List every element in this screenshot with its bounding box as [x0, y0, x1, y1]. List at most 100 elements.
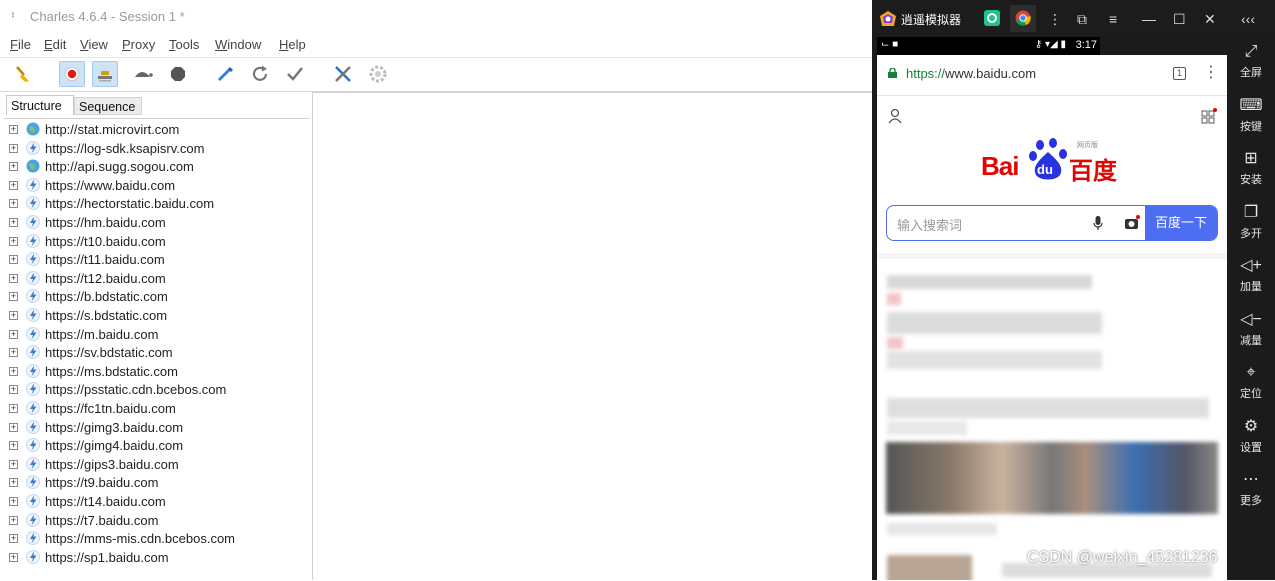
menu-help[interactable]: Help	[279, 37, 306, 52]
screenshot-icon[interactable]: ⧉	[1077, 11, 1087, 27]
tools-icon[interactable]	[330, 61, 356, 87]
side-button-fullscreen[interactable]: ⤢ 全屏	[1227, 42, 1275, 80]
host-row[interactable]: + https://t12.baidu.com	[4, 270, 310, 288]
host-row[interactable]: + https://gimg4.baidu.com	[4, 437, 310, 455]
host-row[interactable]: + https://www.baidu.com	[4, 177, 310, 195]
maximize-icon[interactable]: ☐	[1173, 11, 1186, 27]
expand-icon[interactable]: +	[9, 162, 18, 172]
expand-icon[interactable]: +	[9, 385, 18, 395]
host-row[interactable]: + https://sp1.baidu.com	[4, 549, 310, 567]
host-row[interactable]: + https://t14.baidu.com	[4, 493, 310, 511]
check-icon[interactable]	[282, 61, 308, 87]
tab-sequence[interactable]: Sequence	[74, 97, 142, 115]
expand-icon[interactable]: +	[9, 459, 18, 469]
expand-icon[interactable]: +	[9, 478, 18, 488]
side-button-label: 定位	[1240, 388, 1262, 400]
menu-tools[interactable]: Tools	[169, 37, 199, 52]
side-button-multi-open[interactable]: ❐ 多开	[1227, 203, 1275, 241]
expand-icon[interactable]: +	[9, 143, 18, 153]
side-button-location[interactable]: ⌖ 定位	[1227, 363, 1275, 401]
blurred-headline	[887, 398, 1209, 418]
host-row[interactable]: + https://sv.bdstatic.com	[4, 344, 310, 362]
host-row[interactable]: + https://gimg3.baidu.com	[4, 419, 310, 437]
menu-window[interactable]: Window	[215, 37, 261, 52]
host-row[interactable]: + https://t7.baidu.com	[4, 512, 310, 530]
host-row[interactable]: + https://m.baidu.com	[4, 326, 310, 344]
expand-icon[interactable]: +	[9, 218, 18, 227]
collapse-panel-icon[interactable]: ‹‹‹	[1241, 11, 1255, 27]
expand-icon[interactable]: +	[9, 366, 18, 376]
minimize-icon[interactable]: —	[1142, 11, 1156, 27]
side-button-install[interactable]: ⊞ 安装	[1227, 149, 1275, 187]
expand-icon[interactable]: +	[9, 441, 18, 451]
throttle-icon[interactable]	[92, 61, 118, 87]
host-row[interactable]: + https://s.bdstatic.com	[4, 307, 310, 325]
menu-edit[interactable]: Edit	[44, 37, 66, 52]
search-input[interactable]: 输入搜索词	[897, 215, 962, 234]
expand-icon[interactable]: +	[9, 348, 18, 358]
expand-icon[interactable]: +	[9, 329, 18, 339]
hamburger-menu-icon[interactable]: ≡	[1109, 11, 1117, 27]
expand-icon[interactable]: +	[9, 311, 18, 320]
host-row[interactable]: + https://ms.bdstatic.com	[4, 363, 310, 381]
refresh-icon[interactable]	[247, 61, 273, 87]
browser-address-bar[interactable]: https://www.baidu.com 1 ⋮	[877, 55, 1227, 96]
host-row[interactable]: + https://log-sdk.ksapisrv.com	[4, 140, 310, 158]
menu-proxy[interactable]: Proxy	[122, 37, 155, 52]
expand-icon[interactable]: +	[9, 404, 18, 413]
install-icon: ⊞	[1244, 150, 1258, 167]
tab-switcher-button[interactable]: 1	[1173, 67, 1186, 80]
kebab-menu-icon[interactable]: ⋮	[1048, 11, 1062, 27]
apps-grid-icon[interactable]	[1201, 108, 1217, 124]
expand-icon[interactable]: +	[9, 199, 18, 209]
side-button-keyboard[interactable]: ⌨ 按键	[1227, 96, 1275, 134]
turtle-icon[interactable]	[130, 61, 156, 87]
host-row[interactable]: + http://api.sugg.sogou.com	[4, 158, 310, 176]
host-row[interactable]: + https://mms-mis.cdn.bcebos.com	[4, 530, 310, 548]
host-label: https://hm.baidu.com	[45, 215, 166, 230]
stop-icon[interactable]	[165, 61, 191, 87]
expand-icon[interactable]: +	[9, 273, 18, 283]
broom-icon[interactable]	[10, 61, 36, 87]
side-button-volume-down[interactable]: ◁− 减量	[1227, 310, 1275, 348]
app-icon-green[interactable]	[984, 10, 1000, 29]
host-row[interactable]: + https://gips3.baidu.com	[4, 456, 310, 474]
host-row[interactable]: + https://t10.baidu.com	[4, 233, 310, 251]
host-row[interactable]: + https://hectorstatic.baidu.com	[4, 195, 310, 213]
host-row[interactable]: + https://psstatic.cdn.bcebos.com	[4, 381, 310, 399]
chrome-tab-icon[interactable]	[1010, 5, 1036, 32]
expand-icon[interactable]: +	[9, 534, 18, 544]
expand-icon[interactable]: +	[9, 125, 18, 134]
expand-icon[interactable]: +	[9, 422, 18, 432]
user-icon[interactable]	[887, 108, 903, 124]
side-button-more[interactable]: ⋯ 更多	[1227, 470, 1275, 508]
host-row[interactable]: + https://t9.baidu.com	[4, 474, 310, 492]
host-row[interactable]: + https://fc1tn.baidu.com	[4, 400, 310, 418]
close-icon[interactable]: ✕	[1204, 11, 1216, 27]
settings-icon[interactable]	[365, 61, 391, 87]
expand-icon[interactable]: +	[9, 255, 18, 265]
expand-icon[interactable]: +	[9, 515, 18, 525]
tab-structure[interactable]: Structure	[6, 95, 74, 115]
host-row[interactable]: + http://stat.microvirt.com	[4, 121, 310, 139]
lightning-icon	[26, 289, 40, 304]
menu-file[interactable]: File	[10, 37, 31, 52]
expand-icon[interactable]: +	[9, 552, 18, 562]
expand-icon[interactable]: +	[9, 180, 18, 190]
expand-icon[interactable]: +	[9, 292, 18, 302]
browser-menu-icon[interactable]: ⋮	[1203, 65, 1219, 81]
address-url[interactable]: https://www.baidu.com	[906, 66, 1036, 81]
host-row[interactable]: + https://hm.baidu.com	[4, 214, 310, 232]
baidu-search-button[interactable]: 百度一下	[1145, 206, 1217, 240]
expand-icon[interactable]: +	[9, 497, 18, 506]
pen-icon[interactable]	[212, 61, 238, 87]
microphone-icon[interactable]	[1093, 215, 1103, 231]
menu-view[interactable]: View	[80, 37, 108, 52]
host-row[interactable]: + https://b.bdstatic.com	[4, 288, 310, 306]
expand-icon[interactable]: +	[9, 236, 18, 246]
camera-icon[interactable]	[1124, 215, 1140, 231]
side-button-volume-up[interactable]: ◁+ 加量	[1227, 256, 1275, 294]
host-row[interactable]: + https://t11.baidu.com	[4, 251, 310, 269]
record-icon[interactable]	[59, 61, 85, 87]
side-button-settings[interactable]: ⚙ 设置	[1227, 417, 1275, 455]
